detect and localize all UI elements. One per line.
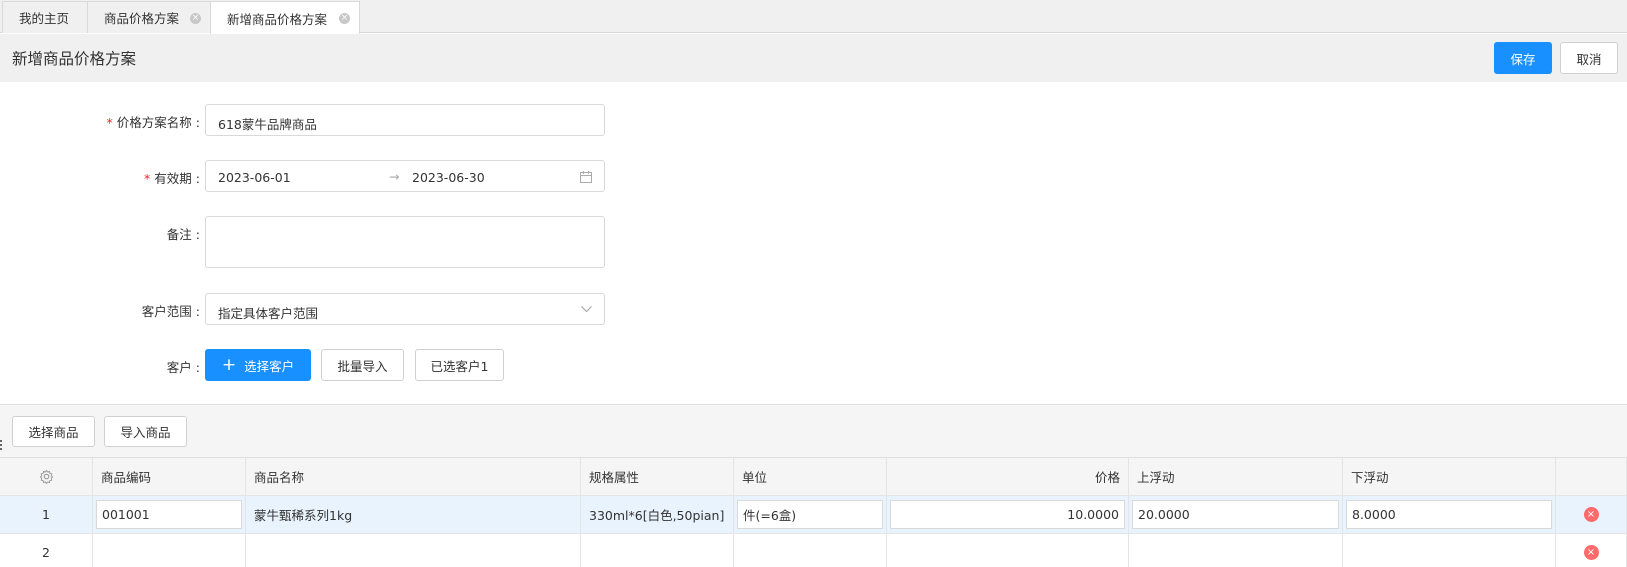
date-start[interactable]: 2023-06-01 xyxy=(218,170,291,185)
code-input[interactable]: 001001 xyxy=(96,500,242,529)
price-cell[interactable] xyxy=(887,534,1129,567)
spec-cell xyxy=(581,534,734,567)
selected-customers-button[interactable]: 已选客户1 xyxy=(415,349,504,381)
name-cell xyxy=(246,534,581,567)
tab-new-price-plan-label: 新增商品价格方案 xyxy=(227,11,328,27)
select-goods-button[interactable]: 选择商品 xyxy=(12,416,95,447)
customer-scope-value: 指定具体客户范围 xyxy=(218,306,319,321)
column-header-code[interactable]: 商品编码 xyxy=(93,458,246,496)
delete-row-icon[interactable]: × xyxy=(1583,507,1599,522)
page-title: 新增商品价格方案 xyxy=(12,50,137,68)
resize-handle[interactable] xyxy=(0,440,3,454)
down-float-cell[interactable]: 8.0000 xyxy=(1343,496,1556,534)
page-header: 新增商品价格方案 保存 取消 xyxy=(0,34,1627,82)
batch-import-button[interactable]: 批量导入 xyxy=(321,349,404,381)
select-customer-button[interactable]: + 选择客户 xyxy=(205,349,311,381)
price-input[interactable]: 10.0000 xyxy=(890,500,1125,529)
plan-name-input[interactable]: 618蒙牛品牌商品 xyxy=(205,104,605,136)
unit-cell[interactable]: 件(=6盒) xyxy=(734,496,887,534)
gear-icon[interactable] xyxy=(39,469,54,484)
column-header-unit[interactable]: 单位 xyxy=(734,458,887,496)
required-mark: * xyxy=(144,171,151,186)
tab-home[interactable]: 我的主页 xyxy=(2,1,88,33)
scope-label: 客户范围 : xyxy=(141,304,200,319)
tab-price-plans[interactable]: 商品价格方案 × xyxy=(87,1,211,33)
date-arrow-icon: → xyxy=(389,169,400,184)
calendar-icon xyxy=(580,171,592,183)
name-cell: 蒙牛甄稀系列1kg xyxy=(246,496,581,534)
column-header-up[interactable]: 上浮动 xyxy=(1129,458,1343,496)
select-customer-label: 选择客户 xyxy=(244,358,295,374)
date-range-picker[interactable]: 2023-06-01 → 2023-06-30 xyxy=(205,160,605,192)
code-cell[interactable] xyxy=(93,534,246,567)
up-float-cell[interactable]: 20.0000 xyxy=(1129,496,1343,534)
plus-icon: + xyxy=(221,354,237,375)
tab-new-price-plan[interactable]: 新增商品价格方案 × xyxy=(210,1,360,34)
tab-home-label: 我的主页 xyxy=(19,11,70,26)
row-index: 1 xyxy=(0,496,93,534)
save-button[interactable]: 保存 xyxy=(1494,42,1552,74)
up-float-input[interactable]: 20.0000 xyxy=(1132,500,1339,529)
down-float-input[interactable]: 8.0000 xyxy=(1346,500,1552,529)
close-icon[interactable]: × xyxy=(339,13,350,24)
delete-row-icon[interactable]: × xyxy=(1583,545,1599,560)
customer-scope-select[interactable]: 指定具体客户范围 xyxy=(205,293,605,325)
validity-label: * 有效期 : xyxy=(144,171,200,186)
import-goods-button[interactable]: 导入商品 xyxy=(104,416,187,447)
tab-bar: 我的主页 商品价格方案 × 新增商品价格方案 × xyxy=(0,0,1627,34)
unit-cell[interactable] xyxy=(734,534,887,567)
cancel-button[interactable]: 取消 xyxy=(1560,42,1618,74)
row-index: 2 xyxy=(0,534,93,567)
remark-textarea[interactable] xyxy=(205,216,605,268)
name-label: * 价格方案名称 : xyxy=(106,115,200,130)
required-mark: * xyxy=(106,115,113,130)
remark-label: 备注 : xyxy=(166,227,200,242)
column-header-price[interactable]: 价格 xyxy=(887,458,1129,496)
column-header-down[interactable]: 下浮动 xyxy=(1343,458,1556,496)
customer-label: 客户 : xyxy=(166,360,200,375)
down-float-cell[interactable] xyxy=(1343,534,1556,567)
goods-toolbar: 选择商品 导入商品 xyxy=(0,404,1627,458)
up-float-cell[interactable] xyxy=(1129,534,1343,567)
date-end[interactable]: 2023-06-30 xyxy=(412,170,485,185)
column-header-action xyxy=(1556,458,1627,496)
tab-price-plans-label: 商品价格方案 xyxy=(104,11,180,26)
table-settings-header[interactable] xyxy=(0,458,93,496)
close-icon[interactable]: × xyxy=(190,13,201,24)
action-cell: × xyxy=(1556,534,1627,567)
column-header-spec[interactable]: 规格属性 xyxy=(581,458,734,496)
unit-select[interactable]: 件(=6盒) xyxy=(737,500,883,529)
price-cell[interactable]: 10.0000 xyxy=(887,496,1129,534)
chevron-down-icon xyxy=(581,306,592,313)
plan-name-value: 618蒙牛品牌商品 xyxy=(218,117,317,132)
code-cell[interactable]: 001001 xyxy=(93,496,246,534)
column-header-name[interactable]: 商品名称 xyxy=(246,458,581,496)
spec-cell: 330ml*6[白色,50pian] xyxy=(581,496,734,534)
action-cell: × xyxy=(1556,496,1627,534)
